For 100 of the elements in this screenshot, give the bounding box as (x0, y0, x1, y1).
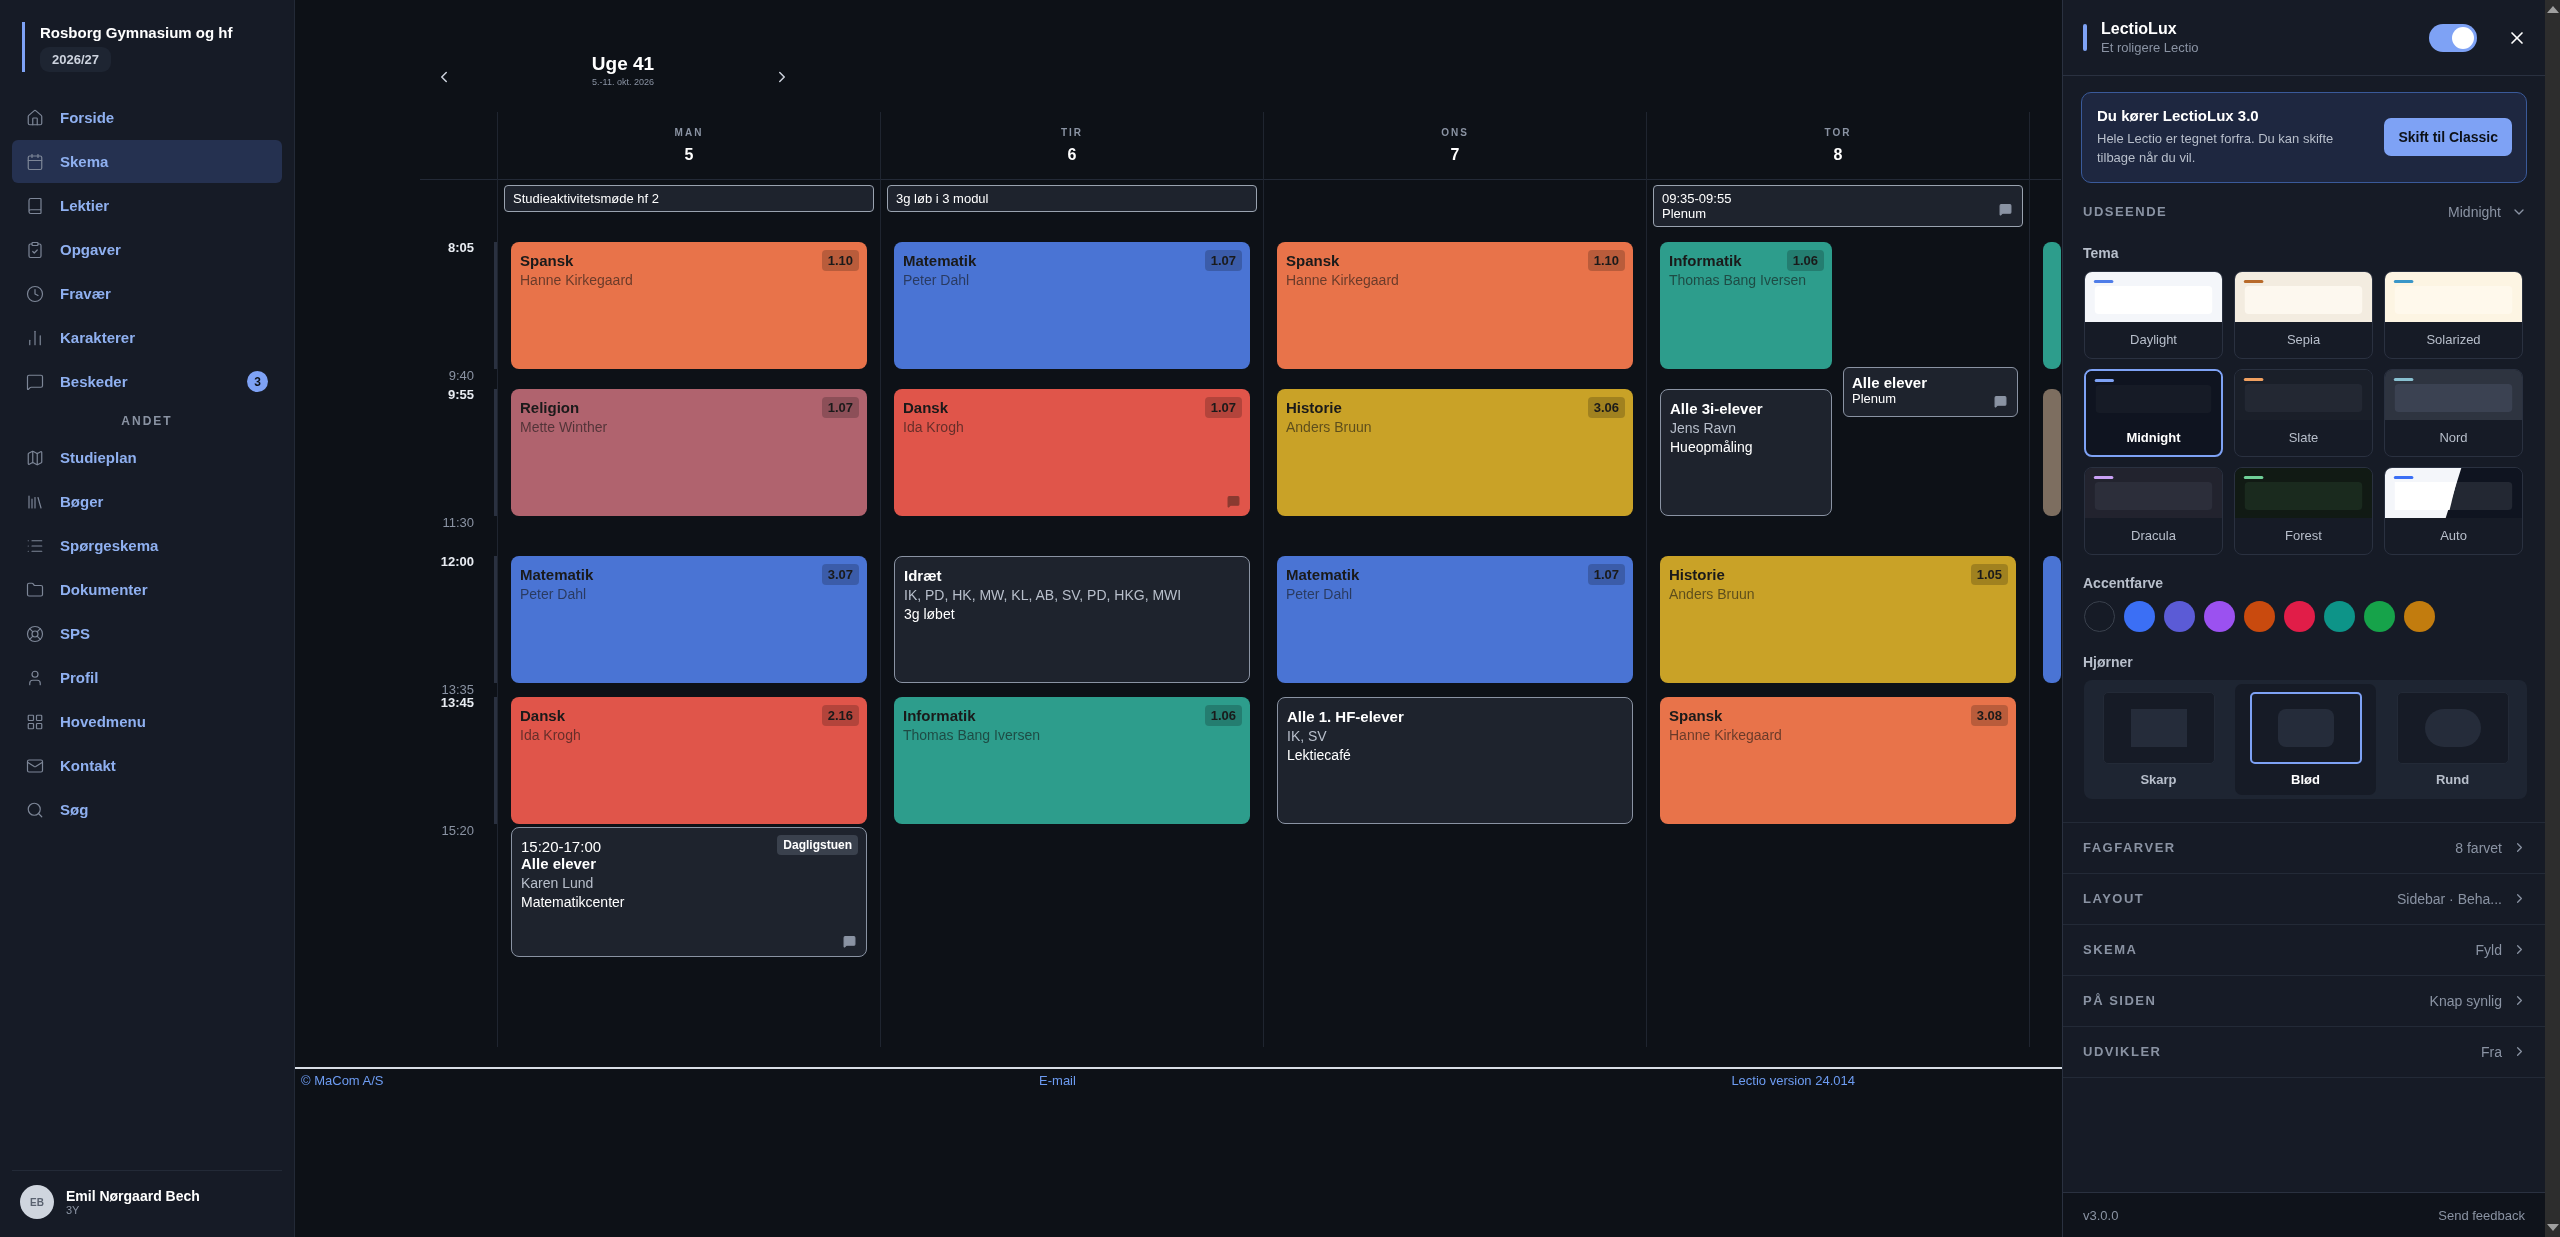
theme-option[interactable]: Auto (2384, 466, 2523, 555)
email-link[interactable]: E-mail (1039, 1073, 1076, 1088)
sidebar-item[interactable]: Studieplan (12, 436, 282, 479)
theme-option[interactable]: Daylight (2084, 270, 2223, 359)
activity-card[interactable]: Alle 3i-elever Jens Ravn Hueopmåling (1660, 389, 1832, 517)
theme-option[interactable]: Dracula (2084, 466, 2223, 555)
sidebar-item[interactable]: Bøger (12, 480, 282, 523)
lesson-card[interactable]: Religion Mette Winther 1.07 (511, 389, 867, 517)
theme-option[interactable]: Forest (2234, 466, 2373, 555)
lesson-card[interactable] (2043, 389, 2061, 517)
all-day-event[interactable]: 09:35-09:55 Plenum (1653, 185, 2023, 227)
lesson-card[interactable]: Matematik Peter Dahl 3.07 (511, 556, 867, 684)
version-label: v3.0.0 (2083, 1207, 2119, 1223)
version-link[interactable]: Lectio version 24.014 (1731, 1073, 1855, 1088)
school-year[interactable]: 2026/27 (40, 47, 111, 72)
sidebar-item[interactable]: Søg (12, 788, 282, 831)
copyright-link[interactable]: © MaCom A/S (301, 1073, 384, 1088)
folder-icon (26, 580, 44, 599)
room-badge: 1.07 (1587, 564, 1625, 586)
sidebar-item[interactable]: Profil (12, 656, 282, 699)
event-title: Alle elever (521, 854, 597, 872)
sidebar-item[interactable]: Lektier (12, 184, 282, 227)
lesson-card[interactable]: Informatik Thomas Bang Iversen 1.06 (1660, 242, 1832, 370)
theme-option[interactable]: Slate (2234, 368, 2373, 457)
activity-card[interactable]: Alle 1. HF-elever IK, SV Lektiecafé (1277, 696, 1633, 824)
user-name: Emil Nørgaard Bech (66, 1188, 200, 1204)
lesson-card[interactable]: Matematik Peter Dahl 1.07 (894, 242, 1250, 370)
section-value[interactable]: Knap synlig (2429, 992, 2527, 1009)
lesson-card[interactable] (2043, 556, 2061, 684)
sidebar-item[interactable]: Spørgeskema (12, 524, 282, 567)
lesson-card[interactable]: Historie Anders Bruun 1.05 (1660, 556, 2016, 684)
sidebar-item[interactable]: SPS (12, 612, 282, 655)
color-swatch[interactable] (2284, 600, 2315, 632)
scroll-up-icon[interactable] (2546, 6, 2559, 13)
lesson-card[interactable] (2043, 242, 2061, 370)
sidebar-item[interactable]: Dokumenter (12, 568, 282, 611)
school-name: Rosborg Gymnasium og hf (40, 24, 233, 41)
lesson-card[interactable]: Dansk Ida Krogh 2.16 (511, 696, 867, 824)
event-note: Matematikcenter (521, 893, 625, 910)
appearance-dropdown[interactable]: Midnight (2448, 203, 2527, 220)
color-swatch[interactable] (2324, 600, 2355, 632)
color-swatch[interactable] (2244, 600, 2275, 632)
user-avatar[interactable]: EB (20, 1185, 54, 1219)
day-number: 6 (1067, 146, 1077, 164)
theme-option[interactable]: Sepia (2234, 270, 2373, 359)
subject-name: Matematik (903, 252, 977, 270)
section-value[interactable]: 8 farvet (2455, 839, 2527, 856)
scrollbar[interactable] (2545, 0, 2560, 1237)
sidebar-item[interactable]: Karakterer (12, 316, 282, 359)
sidebar-item[interactable]: Opgaver (12, 228, 282, 271)
all-day-event[interactable]: Studieaktivitetsmøde hf 2 (504, 185, 874, 212)
lesson-card[interactable]: Historie Anders Bruun 3.06 (1277, 389, 1633, 517)
activity-card[interactable]: Idræt IK, PD, HK, MW, KL, AB, SV, PD, HKG, MWI 3g løbet (894, 556, 1250, 684)
activity-card[interactable]: 15:20-17:00 Dagligstuen Alle elever Karen Lund Matematikcenter (511, 826, 867, 958)
lesson-card[interactable]: Spansk Hanne Kirkegaard 1.10 (511, 242, 867, 370)
section-value[interactable]: Fra (2481, 1043, 2527, 1060)
subject-name: Historie (1286, 399, 1342, 417)
lesson-card[interactable]: Spansk Hanne Kirkegaard 1.10 (1277, 242, 1633, 370)
event-time: 09:35-09:55 (1662, 191, 1732, 206)
teacher-name: Peter Dahl (520, 586, 587, 603)
color-swatch[interactable] (2124, 600, 2155, 632)
color-swatch[interactable] (2404, 600, 2435, 632)
sidebar-item[interactable]: Forside (12, 96, 282, 139)
room-badge: 1.07 (821, 397, 859, 419)
section-value[interactable]: Fyld (2475, 941, 2527, 958)
color-swatch[interactable] (2364, 600, 2395, 632)
theme-option[interactable]: Nord (2384, 368, 2523, 457)
sidebar-item[interactable]: Beskeder 3 (12, 360, 282, 403)
subject-name: Matematik (520, 566, 594, 584)
accent-label: Accentfarve (2082, 573, 2165, 593)
sidebar-item[interactable]: Fravær (12, 272, 282, 315)
start-time: 9:55 (447, 387, 474, 403)
room-badge: 1.05 (1970, 564, 2008, 586)
corner-label: Hjørner (2082, 652, 2134, 672)
end-time: 11:30 (442, 515, 474, 531)
sidebar-item[interactable]: Hovedmenu (12, 700, 282, 743)
lesson-card[interactable]: Spansk Hanne Kirkegaard 3.08 (1660, 696, 2016, 824)
activity-card[interactable]: Alle elever Plenum (1843, 367, 2018, 418)
weekday-label: TOR (1824, 127, 1852, 138)
event-people: IK, PD, HK, MW, KL, AB, SV, PD, HKG, MWI (904, 587, 1182, 604)
color-swatch[interactable] (2084, 600, 2115, 632)
theme-option[interactable]: Midnight (2084, 368, 2223, 457)
color-swatch[interactable] (2204, 600, 2235, 632)
sidebar-item[interactable]: Kontakt (12, 744, 282, 787)
switch-classic-button[interactable]: Skift til Classic (2384, 118, 2512, 157)
lesson-card[interactable]: Dansk Ida Krogh 1.07 (894, 389, 1250, 517)
section-value[interactable]: Sidebar · Beha... (2396, 890, 2527, 907)
event-note: Hueopmåling (1670, 439, 1753, 456)
enable-toggle[interactable] (2429, 23, 2477, 52)
teacher-name: Ida Krogh (520, 726, 581, 743)
feedback-link[interactable]: Send feedback (2438, 1207, 2525, 1223)
envelope-icon (26, 756, 44, 775)
lesson-card[interactable]: Matematik Peter Dahl 1.07 (1277, 556, 1633, 684)
corner-option[interactable]: Blød (2235, 683, 2376, 795)
all-day-event[interactable]: 3g løb i 3 modul (887, 185, 1257, 212)
color-swatch[interactable] (2164, 600, 2195, 632)
lesson-card[interactable]: Informatik Thomas Bang Iversen 1.06 (894, 696, 1250, 824)
sidebar-item[interactable]: Skema (12, 140, 282, 183)
scroll-down-icon[interactable] (2546, 1224, 2559, 1231)
theme-option[interactable]: Solarized (2384, 270, 2523, 359)
